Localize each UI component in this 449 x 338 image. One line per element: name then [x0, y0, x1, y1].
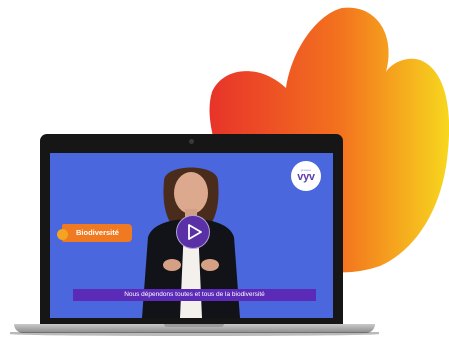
play-button[interactable] — [176, 215, 210, 249]
subtitle-bar: Nous dépendons toutes et tous de la biod… — [73, 289, 316, 301]
tag-dot-icon — [57, 229, 68, 240]
laptop-screen-frame: groupe vyv Biodiversité Nous dépendons t… — [40, 134, 343, 324]
video-player[interactable]: groupe vyv Biodiversité Nous dépendons t… — [50, 153, 333, 318]
topic-tag: Biodiversité — [57, 224, 132, 242]
hero-illustration: groupe vyv Biodiversité Nous dépendons t… — [0, 0, 449, 338]
subtitle-text: Nous dépendons toutes et tous de la biod… — [124, 291, 265, 298]
play-icon — [188, 224, 202, 240]
logo-text: vyv — [297, 171, 315, 183]
topic-tag-label: Biodiversité — [76, 228, 119, 237]
laptop-base-notch — [164, 324, 224, 327]
laptop-shadow — [10, 332, 379, 336]
webcam-dot — [189, 139, 194, 144]
vyv-logo: groupe vyv — [291, 161, 321, 191]
